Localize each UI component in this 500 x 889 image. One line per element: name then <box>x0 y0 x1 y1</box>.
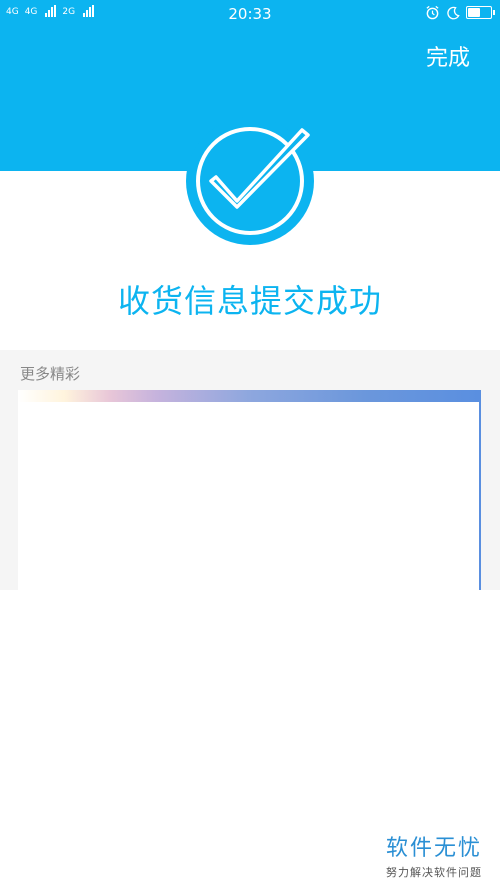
gradient-strip <box>18 390 479 402</box>
more-section: 更多精彩 <box>0 350 500 590</box>
done-button[interactable]: 完成 <box>426 40 470 72</box>
battery-icon <box>466 6 495 19</box>
check-circle-icon <box>183 117 317 245</box>
status-icons <box>425 5 495 20</box>
watermark-main-text: 软件无忧 <box>385 836 482 861</box>
more-content-card[interactable] <box>18 390 481 590</box>
watermark-sub-text: 努力解决软件问题 <box>385 866 482 879</box>
moon-icon <box>447 6 460 19</box>
watermark-logo: 软件无忧 努力解决软件问题 <box>386 830 482 880</box>
success-title: 收货信息提交成功 <box>117 282 382 320</box>
alarm-clock-icon <box>426 5 439 20</box>
battery-level <box>468 8 480 17</box>
more-label: 更多精彩 <box>20 365 81 383</box>
status-bar: 4G 4G 2G 20:33 <box>0 0 500 28</box>
